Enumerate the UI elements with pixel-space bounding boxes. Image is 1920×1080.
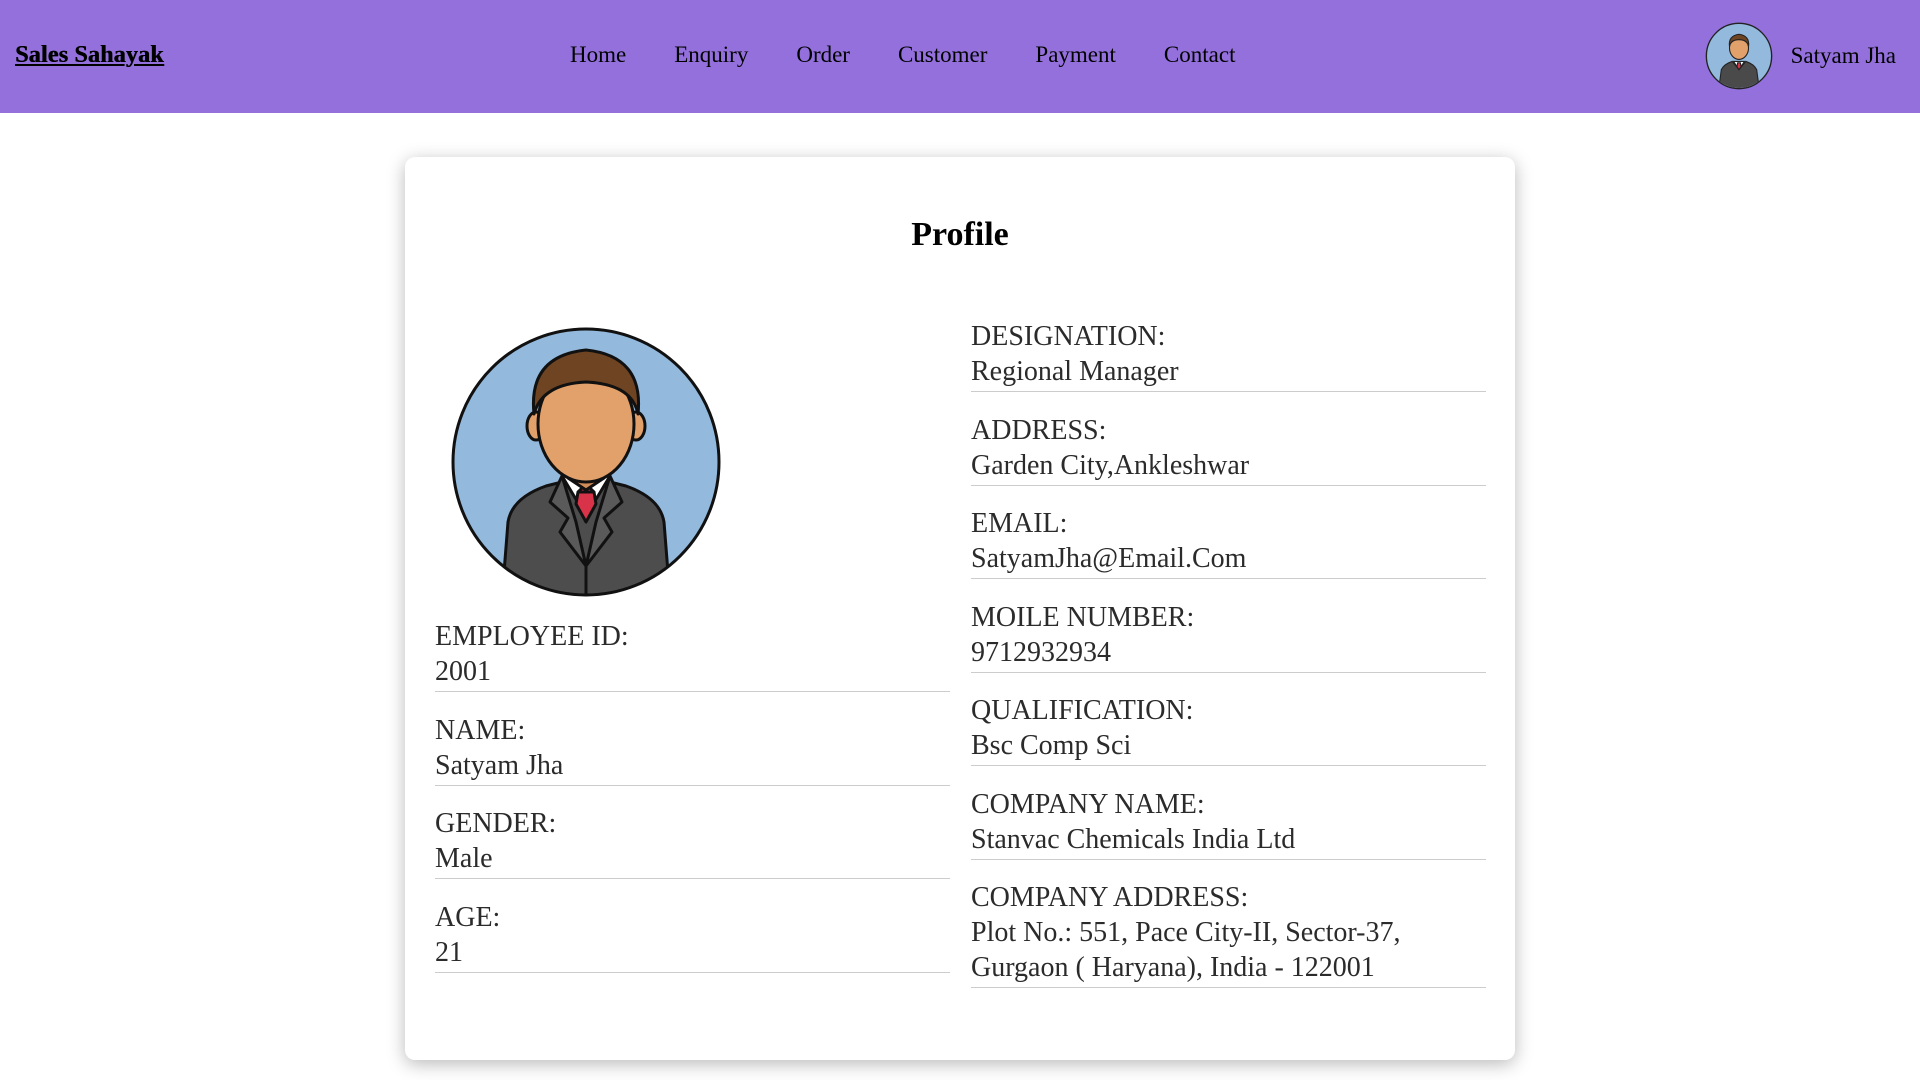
field-value: Plot No.: 551, Pace City-II, Sector-37, — [971, 917, 1401, 948]
company-address-field: COMPANY ADDRESS: Plot No.: 551, Pace Cit… — [971, 880, 1486, 988]
nav-links: Home Enquiry Order Customer Payment Cont… — [550, 42, 1259, 68]
user-name[interactable]: Satyam Jha — [1791, 43, 1896, 69]
brand-logo-link[interactable]: Sales Sahayak — [15, 42, 164, 69]
employee-id-field: EMPLOYEE ID: 2001 — [435, 619, 950, 692]
nav-link-home[interactable]: Home — [550, 42, 650, 68]
field-label: MOILE NUMBER: — [971, 602, 1195, 633]
name-field: NAME: Satyam Jha — [435, 713, 950, 786]
nav-link-customer[interactable]: Customer — [874, 42, 1011, 68]
designation-field: DESIGNATION: Regional Manager — [971, 319, 1486, 392]
field-label: EMPLOYEE ID: — [435, 621, 629, 652]
field-label: ADDRESS: — [971, 415, 1107, 446]
gender-field: GENDER: Male — [435, 806, 950, 879]
user-avatar-icon[interactable] — [1705, 22, 1773, 90]
field-value-line-2: Gurgaon ( Haryana), India - 122001 — [971, 952, 1375, 983]
field-value: Regional Manager — [971, 356, 1179, 387]
qualification-field: QUALIFICATION: Bsc Comp Sci — [971, 693, 1486, 766]
top-navbar: Sales Sahayak Home Enquiry Order Custome… — [0, 0, 1920, 113]
field-value: Bsc Comp Sci — [971, 730, 1132, 761]
mobile-number-field: MOILE NUMBER: 9712932934 — [971, 600, 1486, 673]
field-label: DESIGNATION: — [971, 321, 1166, 352]
page-title: Profile — [911, 216, 1009, 253]
field-label: NAME: — [435, 715, 526, 746]
field-label: AGE: — [435, 902, 501, 933]
field-value: Stanvac Chemicals India Ltd — [971, 824, 1296, 855]
nav-link-order[interactable]: Order — [772, 42, 874, 68]
field-label: COMPANY NAME: — [971, 789, 1205, 820]
field-label: EMAIL: — [971, 508, 1068, 539]
field-value: Male — [435, 843, 493, 874]
age-field: AGE: 21 — [435, 900, 950, 973]
profile-card: Profile EMPLOYEE ID: 2001 NAME: Satyam J… — [405, 157, 1515, 1060]
profile-avatar-icon — [450, 326, 722, 598]
nav-link-contact[interactable]: Contact — [1140, 42, 1260, 68]
field-value: Garden City,Ankleshwar — [971, 450, 1250, 481]
email-field: EMAIL: SatyamJha@Email.Com — [971, 506, 1486, 579]
address-field: ADDRESS: Garden City,Ankleshwar — [971, 413, 1486, 486]
field-value: 2001 — [435, 656, 491, 687]
user-menu[interactable]: Satyam Jha — [1705, 22, 1896, 90]
company-name-field: COMPANY NAME: Stanvac Chemicals India Lt… — [971, 787, 1486, 860]
nav-link-payment[interactable]: Payment — [1011, 42, 1140, 68]
field-label: COMPANY ADDRESS: — [971, 882, 1249, 913]
field-value: Satyam Jha — [435, 750, 564, 781]
field-value: 9712932934 — [971, 637, 1111, 668]
field-label: GENDER: — [435, 808, 557, 839]
field-label: QUALIFICATION: — [971, 695, 1194, 726]
nav-link-enquiry[interactable]: Enquiry — [650, 42, 772, 68]
field-value: SatyamJha@Email.Com — [971, 543, 1247, 574]
field-value: 21 — [435, 937, 463, 968]
